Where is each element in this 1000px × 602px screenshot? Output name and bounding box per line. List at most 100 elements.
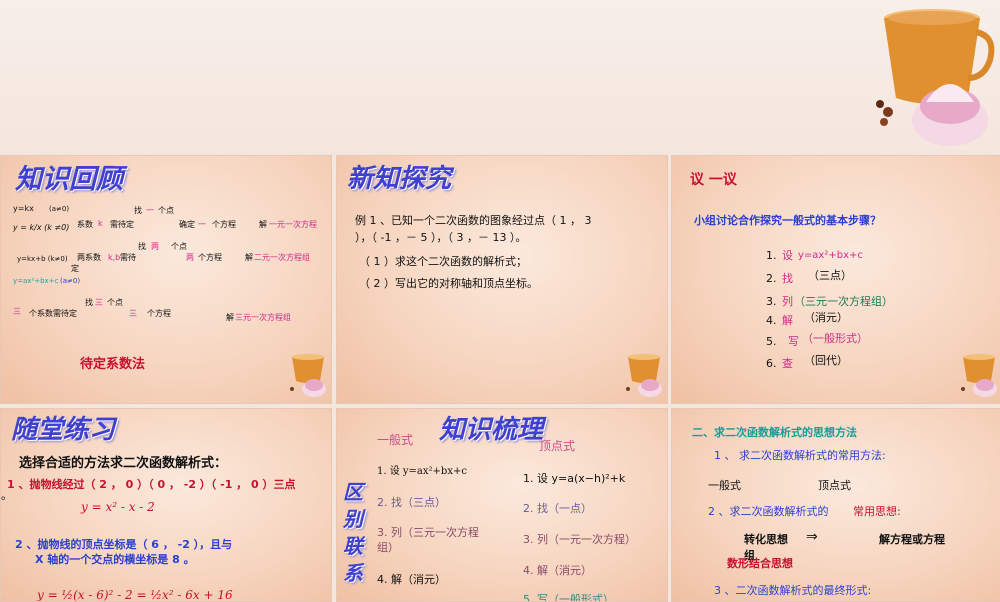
step-verb: 写 — [788, 335, 799, 348]
method-vertex: 顶点式 — [818, 479, 851, 492]
text-highlight: 一 — [146, 206, 154, 215]
slide-title: 知识回顾 — [15, 164, 123, 195]
text: 解 — [226, 313, 234, 322]
slide-practice[interactable]: 随堂练习 选择合适的方法求二次函数解析式： 1 、抛物线经过（ 2 ， 0 ）（… — [0, 408, 332, 602]
step-verb: 设 — [782, 249, 793, 262]
slide-title: 议 一议 — [690, 172, 737, 188]
top-banner — [0, 0, 1000, 150]
step-verb: 解 — [782, 314, 793, 327]
general-step-1: 1. 设 y=ax²+bx+c — [377, 466, 467, 477]
column-head-vertex: 顶点式 — [539, 439, 576, 453]
text: 系数 — [77, 220, 93, 229]
punctuation: 。 — [1, 489, 12, 502]
text: 个方程 — [147, 309, 171, 318]
text-highlight: k — [98, 219, 103, 228]
condition: (a≠0) — [60, 277, 81, 285]
text: 确定 — [179, 220, 195, 229]
step-number: 5. — [766, 335, 777, 348]
text: 个点 — [107, 298, 123, 307]
text: 找 — [134, 206, 142, 215]
text: 个系数需待定 — [29, 309, 77, 318]
problem-2-cont: X 轴的一个交点的横坐标是 8 。 — [35, 553, 195, 566]
text-highlight: 两 — [151, 242, 159, 251]
step-number: 6. — [766, 357, 777, 370]
text: 个方程 — [198, 253, 222, 262]
text: 定 — [71, 264, 79, 273]
formula-inverse: y = k/x (k ≠0) — [13, 223, 70, 232]
step-detail: y=ax²+bx+c — [798, 250, 863, 261]
step-detail: （一般形式） — [802, 332, 868, 345]
problem-1-text: 1 、抛物线经过（ 2 ， 0 ）（ 0 ， -2 ）（ -1 ， 0 ）三点 — [7, 478, 296, 491]
slide-new-knowledge[interactable]: 新知探究 例 1 、已知一个二次函数的图象经过点（ 1 ， 3 ），（ -1 ，… — [336, 155, 668, 404]
vertex-step-2: 2. 找（一点） — [523, 502, 592, 515]
text-highlight: k,b — [108, 253, 121, 262]
text: 解 — [245, 253, 253, 262]
vertex-step-5: 5. 写（一般形式） — [523, 593, 614, 602]
step-number: 2. — [766, 272, 777, 285]
question-1: （ 1 ）求这个二次函数的解析式； — [359, 255, 527, 268]
step-number: 3. — [766, 295, 777, 308]
method-label: 待定系数法 — [80, 357, 146, 372]
step-verb: 找 — [782, 272, 793, 285]
arrow-icon: ⇒ — [806, 529, 818, 545]
idea-transform: 转化思想 — [744, 533, 788, 546]
text-highlight: 一 — [198, 220, 206, 229]
condition: (a≠0) — [49, 205, 70, 213]
vertex-step-4: 4. 解（消元） — [523, 564, 592, 577]
step-detail: （三元一次方程组） — [794, 295, 893, 308]
general-step-4: 4. 解（消元） — [377, 573, 446, 586]
method-general: 一般式 — [708, 479, 741, 492]
coffee-cups-image — [876, 9, 995, 146]
coffee-cup-icon — [626, 354, 662, 397]
vertex-step-1: 1. 设 y=a(x−h)²+k — [523, 472, 626, 485]
idea-number-shape: 数形结合思想 — [727, 557, 793, 570]
example-text: ），（ -1 ，－ 5 ），（ 3 ，－ 13 ）。 — [355, 231, 527, 244]
problem-2: 2 、抛物线的顶点坐标是（ 6 ， -2 ），且与 — [15, 538, 233, 551]
idea-solve: 解方程或方程 — [879, 533, 945, 546]
slide-discuss[interactable]: 议 一议 小组讨论合作探究一般式的基本步骤？ 1. 设 y=ax²+bx+c 2… — [671, 155, 1000, 404]
text: 找 — [85, 298, 93, 307]
formula-quadratic: y=ax²+bx+c — [13, 277, 59, 285]
step-detail: （回代） — [804, 354, 848, 367]
text: 解 — [259, 220, 267, 229]
step-detail: （消元） — [804, 311, 848, 324]
coffee-cup-icon — [290, 354, 326, 397]
coffee-cup-icon — [961, 354, 997, 397]
slide-thinking-methods[interactable]: 二、求二次函数解析式的思想方法 1 、 求二次函数解析式的常用方法: 一般式 顶… — [671, 408, 1000, 602]
vertex-step-3: 3. 列（一元一次方程） — [523, 533, 636, 546]
step-number: 1. — [766, 249, 777, 262]
formula-linear-b: y=kx+b (k≠0) — [17, 255, 68, 263]
section-2-title-highlight: 常用思想: — [853, 505, 901, 518]
question-2: （ 2 ）写出它的对称轴和顶点坐标。 — [359, 277, 538, 290]
section-1-title: 1 、 求二次函数解析式的常用方法: — [714, 449, 886, 462]
answer-1: y = x² - x - 2 — [81, 500, 155, 514]
section-2-title: 2 、求二次函数解析式的 — [708, 505, 829, 518]
text: 找 — [138, 242, 146, 251]
text: 个点 — [158, 206, 174, 215]
heading: 选择合适的方法求二次函数解析式： — [19, 456, 228, 471]
text-highlight: 三 — [95, 298, 103, 307]
slide-title: 新知探究 — [347, 164, 452, 194]
column-head-general: 一般式 — [377, 433, 414, 447]
text: 个点 — [171, 242, 187, 251]
formula-linear: y=kx — [13, 204, 34, 213]
text: 两系数 — [77, 253, 101, 262]
heading-text: 二、求二次函数解析式的思想方法 — [692, 426, 857, 439]
vertical-label: 区别联系 — [343, 480, 363, 585]
step-detail: （三点） — [808, 269, 852, 282]
text-highlight: 一元一次方程 — [269, 220, 317, 229]
text: 需待定 — [110, 220, 134, 229]
subtitle: 小组讨论合作探究一般式的基本步骤？ — [694, 214, 881, 227]
slide-knowledge-review[interactable]: 知识回顾 y=kx (a≠0) 找 一 个点 y = k/x (k ≠0) 系数… — [0, 155, 332, 404]
step-verb: 查 — [782, 357, 793, 370]
step-number: 4. — [766, 314, 777, 327]
slide-knowledge-summary[interactable]: 一般式 知识梳理 顶点式 区别联系 1. 设 y=ax²+bx+c 2. 找（三… — [336, 408, 668, 602]
section-3-title: 3 、二次函数解析式的最终形式: — [714, 584, 872, 597]
example-text: 例 1 、已知一个二次函数的图象经过点（ 1 ， 3 — [355, 214, 592, 227]
general-step-3: 3. 列（三元一次方程 — [377, 526, 479, 539]
text-highlight: 两 — [186, 253, 194, 262]
text-highlight: 三元一次方程组 — [235, 313, 291, 322]
text-highlight: 三 — [129, 309, 137, 318]
slide-title: 随堂练习 — [11, 415, 116, 445]
problem-1: 1 、抛物线经过（ 2 ， 0 ）（ 0 ， -2 ）（ -1 ， 0 ）三点 — [7, 478, 296, 491]
